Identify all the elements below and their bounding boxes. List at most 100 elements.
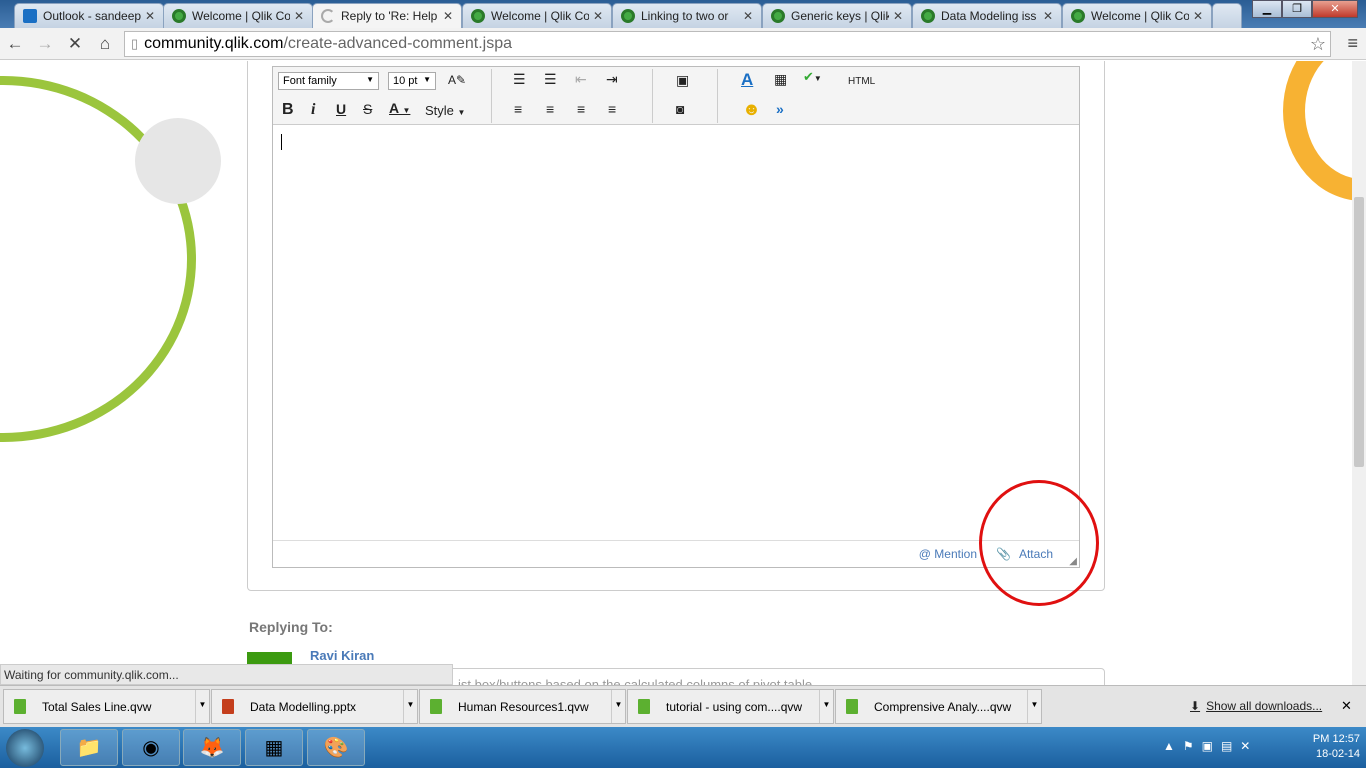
- chrome-taskbar-icon[interactable]: ◉: [122, 729, 180, 766]
- back-icon[interactable]: ←: [0, 34, 30, 54]
- tab-welcome-2[interactable]: Welcome | Qlik Co ✕: [462, 3, 612, 28]
- bookmark-star-icon[interactable]: ☆: [1310, 34, 1326, 55]
- clock[interactable]: PM 12:57 18-02-14: [1313, 732, 1360, 762]
- restore-button[interactable]: ❐: [1282, 0, 1312, 18]
- qlik-icon: [1071, 9, 1085, 23]
- close-tab-icon[interactable]: ✕: [1043, 9, 1053, 23]
- firefox-taskbar-icon[interactable]: 🦊: [183, 729, 241, 766]
- close-tab-icon[interactable]: ✕: [593, 9, 603, 23]
- new-tab-button[interactable]: [1212, 3, 1242, 28]
- chevron-down-icon[interactable]: ▼: [611, 690, 625, 723]
- forward-icon[interactable]: →: [30, 34, 60, 54]
- tab-strip: Outlook - sandeep ✕ Welcome | Qlik Co ✕ Re…: [0, 0, 1366, 28]
- decorative-gray-circle: [135, 118, 221, 204]
- page-content: Font family ▼ 10 pt ▼ A✎ B i U S A ▼ Style…: [0, 61, 1352, 685]
- qlik-icon: [621, 9, 635, 23]
- chevron-down-icon[interactable]: ▼: [195, 690, 209, 723]
- mention-button[interactable]: @ Mention: [919, 547, 977, 561]
- insert-video-icon[interactable]: ▣: [676, 72, 689, 89]
- chevron-down-icon[interactable]: ▼: [1027, 690, 1041, 723]
- italic-button[interactable]: i: [311, 101, 315, 119]
- underline-button[interactable]: U: [336, 101, 346, 117]
- toolbar-separator: [491, 69, 492, 123]
- qlik-icon: [172, 9, 186, 23]
- decorative-orange-ring: [1283, 61, 1352, 201]
- tab-welcome-3[interactable]: Welcome | Qlik Co ✕: [1062, 3, 1212, 28]
- html-button[interactable]: HTML: [848, 76, 875, 87]
- rich-text-editor: Font family ▼ 10 pt ▼ A✎ B i U S A ▼ Style…: [272, 66, 1080, 568]
- tab-linking[interactable]: Linking to two or ✕: [612, 3, 762, 28]
- author-link[interactable]: Ravi Kiran: [310, 648, 374, 663]
- toolbar-separator: [652, 69, 653, 123]
- qvw-file-icon: [430, 699, 442, 714]
- close-tab-icon[interactable]: ✕: [893, 9, 903, 23]
- close-tab-icon[interactable]: ✕: [145, 9, 155, 23]
- download-item[interactable]: Human Resources1.qvw ▼: [419, 689, 626, 724]
- start-button[interactable]: [6, 729, 44, 767]
- table-icon[interactable]: ▦: [774, 71, 787, 88]
- tab-data-modeling[interactable]: Data Modeling iss ✕: [912, 3, 1062, 28]
- outdent-icon[interactable]: ⇤: [575, 71, 587, 88]
- close-tab-icon[interactable]: ✕: [1193, 9, 1203, 23]
- chevron-down-icon[interactable]: ▼: [819, 690, 833, 723]
- tab-reply[interactable]: Reply to 'Re: Help ✕: [312, 3, 462, 28]
- outlook-icon: [23, 9, 37, 23]
- download-item[interactable]: Comprensive Analy....qvw ▼: [835, 689, 1042, 724]
- page-scrollbar[interactable]: [1352, 61, 1366, 685]
- scrollbar-thumb[interactable]: [1354, 197, 1364, 467]
- close-tab-icon[interactable]: ✕: [443, 9, 453, 23]
- show-all-downloads-link[interactable]: ⬇ Show all downloads...: [1190, 699, 1322, 713]
- emoticon-icon[interactable]: ☻: [742, 99, 761, 120]
- explorer-taskbar-icon[interactable]: 📁: [60, 729, 118, 766]
- system-tray-icons[interactable]: ▲⚑▣▤✕: [1163, 739, 1258, 753]
- editor-text-area[interactable]: [273, 125, 1079, 539]
- align-center-icon[interactable]: ≡: [546, 101, 554, 117]
- home-icon[interactable]: ⌂: [90, 34, 120, 54]
- justify-icon[interactable]: ≡: [608, 101, 616, 117]
- tab-generic-keys[interactable]: Generic keys | Qlik ✕: [762, 3, 912, 28]
- link-icon[interactable]: A: [741, 70, 753, 90]
- close-tab-icon[interactable]: ✕: [294, 9, 304, 23]
- download-item[interactable]: Total Sales Line.qvw ▼: [3, 689, 210, 724]
- qlik-icon: [921, 9, 935, 23]
- download-item[interactable]: tutorial - using com....qvw ▼: [627, 689, 834, 724]
- minimize-button[interactable]: ▁: [1252, 0, 1282, 18]
- download-shelf: Total Sales Line.qvw ▼ Data Modelling.ppt…: [0, 685, 1366, 727]
- download-item[interactable]: Data Modelling.pptx ▼: [211, 689, 418, 724]
- tab-title: Generic keys | Qlik: [791, 9, 889, 23]
- quoted-text: ist box/buttons based on the calculated …: [458, 677, 813, 685]
- numbered-list-icon[interactable]: ☰: [544, 71, 557, 88]
- indent-icon[interactable]: ⇥: [606, 71, 618, 88]
- tab-welcome-1[interactable]: Welcome | Qlik Co ✕: [163, 3, 313, 28]
- show-all-label: Show all downloads...: [1206, 699, 1323, 713]
- tab-title: Welcome | Qlik Co: [1091, 9, 1189, 23]
- paint-taskbar-icon[interactable]: 🎨: [307, 729, 365, 766]
- excel-taskbar-icon[interactable]: ▦: [245, 729, 303, 766]
- tab-outlook[interactable]: Outlook - sandeep ✕: [14, 3, 164, 28]
- align-left-icon[interactable]: ≡: [514, 101, 522, 117]
- window-controls: ▁ ❐ ✕: [1252, 0, 1358, 18]
- close-tab-icon[interactable]: ✕: [743, 9, 753, 23]
- windows-taskbar: 📁 ◉ 🦊 ▦ 🎨 ▲⚑▣▤✕ PM 12:57 18-02-14: [0, 727, 1366, 768]
- page-icon: ▯: [131, 36, 139, 51]
- qlik-icon: [771, 9, 785, 23]
- close-download-shelf-icon[interactable]: ✕: [1341, 698, 1352, 714]
- font-size-value: 10 pt: [393, 75, 418, 87]
- insert-image-icon[interactable]: ◙: [676, 101, 684, 117]
- close-window-button[interactable]: ✕: [1312, 0, 1358, 18]
- bold-button[interactable]: B: [282, 101, 294, 119]
- text-color-button[interactable]: A ▼: [389, 100, 410, 116]
- font-size-select[interactable]: 10 pt ▼: [388, 72, 436, 90]
- font-family-select[interactable]: Font family ▼: [278, 72, 379, 90]
- menu-icon[interactable]: ≡: [1347, 33, 1358, 54]
- address-bar[interactable]: ▯ community.qlik.com/create-advanced-com…: [124, 31, 1331, 57]
- clear-format-icon[interactable]: A✎: [448, 73, 466, 87]
- chevron-down-icon[interactable]: ▼: [403, 690, 417, 723]
- spellcheck-icon[interactable]: ✔▼: [803, 69, 822, 85]
- bullet-list-icon[interactable]: ☰: [513, 71, 526, 88]
- align-right-icon[interactable]: ≡: [577, 101, 585, 117]
- strikethrough-button[interactable]: S: [363, 101, 372, 117]
- style-dropdown[interactable]: Style ▼: [425, 103, 465, 118]
- more-options-icon[interactable]: »: [776, 101, 784, 117]
- stop-icon[interactable]: ✕: [60, 34, 90, 54]
